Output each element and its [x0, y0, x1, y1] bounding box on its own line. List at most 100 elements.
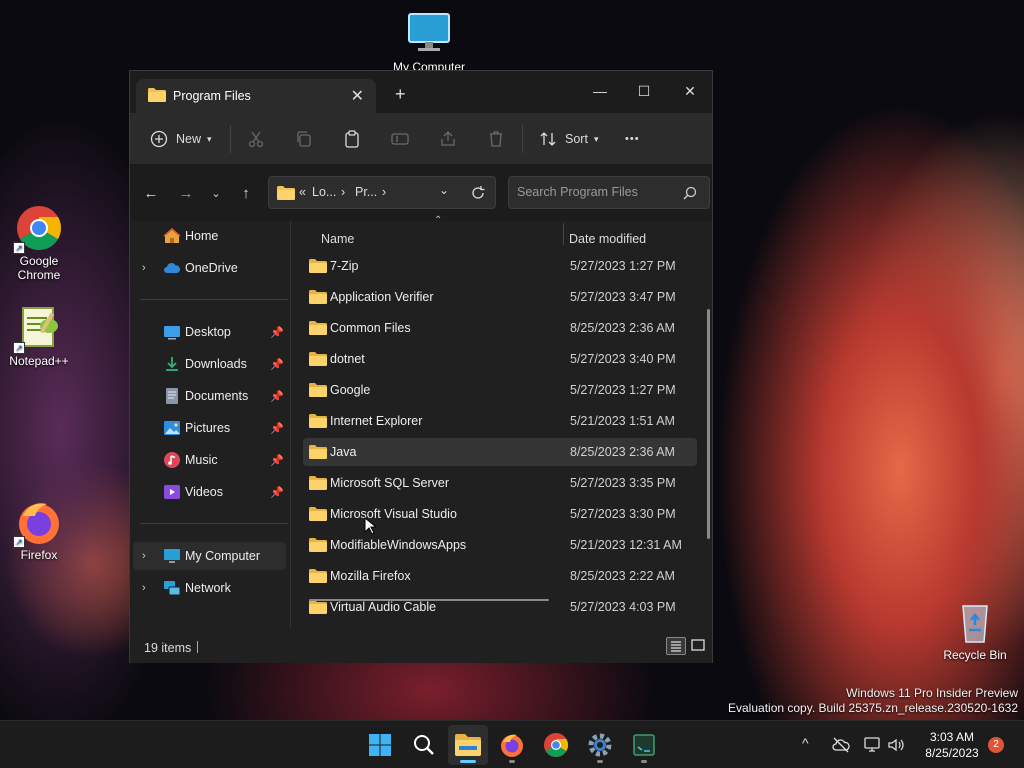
- file-row-virtual-audio-cable[interactable]: Virtual Audio Cable 5/27/2023 4:03 PM: [303, 593, 697, 621]
- folder-icon: [309, 445, 327, 459]
- more-options-button[interactable]: •••: [625, 125, 640, 153]
- address-dropdown-button[interactable]: ⌄: [439, 183, 449, 197]
- windows-logo-icon: [369, 734, 391, 756]
- tab-program-files[interactable]: Program Files ✕: [136, 79, 376, 113]
- copy-button[interactable]: [295, 125, 313, 153]
- chevron-right-icon[interactable]: ›: [142, 262, 146, 274]
- file-row-application-verifier[interactable]: Application Verifier 5/27/2023 3:47 PM: [303, 283, 697, 311]
- rename-button[interactable]: [391, 125, 409, 153]
- desktop-icon-firefox[interactable]: ↗ Firefox: [1, 498, 77, 562]
- tiles-view-button[interactable]: [689, 637, 707, 655]
- folder-icon: [277, 186, 295, 200]
- clipboard-icon: [345, 130, 359, 148]
- file-explorer-icon: [455, 734, 481, 756]
- breadcrumb-local-disk[interactable]: Lo...: [312, 185, 336, 199]
- search-placeholder: Search Program Files: [517, 185, 638, 199]
- pin-icon: 📌: [270, 326, 284, 339]
- sidebar-item-downloads[interactable]: Downloads 📌: [130, 350, 288, 378]
- new-tab-button[interactable]: +: [395, 84, 406, 105]
- up-button[interactable]: ↑: [234, 183, 258, 205]
- file-row-mozilla-firefox[interactable]: Mozilla Firefox 8/25/2023 2:22 AM: [303, 562, 697, 590]
- start-button[interactable]: [360, 725, 400, 765]
- file-name: Google: [330, 383, 371, 397]
- sidebar-item-music[interactable]: Music 📌: [130, 446, 288, 474]
- desktop-icon-google-chrome[interactable]: ↗ Google Chrome: [1, 204, 77, 282]
- search-taskbar-button[interactable]: [404, 725, 444, 765]
- rename-icon: [391, 133, 409, 145]
- sidebar-item-pictures[interactable]: Pictures 📌: [130, 414, 288, 442]
- back-button[interactable]: ←: [139, 183, 163, 205]
- desktop-icon-my-computer[interactable]: My Computer: [391, 10, 467, 74]
- search-icon: [683, 186, 697, 200]
- file-row-internet-explorer[interactable]: Internet Explorer 5/21/2023 1:51 AM: [303, 407, 697, 435]
- close-tab-button[interactable]: ✕: [351, 86, 364, 106]
- taskbar-settings[interactable]: [580, 725, 620, 765]
- recent-locations-button[interactable]: ⌄: [204, 183, 228, 205]
- file-row-7-zip[interactable]: 7-Zip 5/27/2023 1:27 PM: [303, 252, 697, 280]
- sidebar-item-videos[interactable]: Videos 📌: [130, 478, 288, 506]
- details-view-button[interactable]: [666, 637, 686, 655]
- share-button[interactable]: [439, 125, 457, 153]
- address-bar[interactable]: « Lo... › Pr... › ⌄: [268, 176, 496, 209]
- file-date: 5/27/2023 1:27 PM: [570, 259, 676, 273]
- taskbar-chrome[interactable]: [536, 725, 576, 765]
- file-row-common-files[interactable]: Common Files 8/25/2023 2:36 AM: [303, 314, 697, 342]
- taskbar-firefox[interactable]: [492, 725, 532, 765]
- file-name: Application Verifier: [330, 290, 434, 304]
- volume-icon[interactable]: [887, 736, 905, 754]
- file-list: ⌃ Name Date modified 7-Zip 5/27/2023 1:2…: [290, 215, 714, 629]
- search-icon: [414, 735, 434, 755]
- delete-button[interactable]: [487, 125, 505, 153]
- show-hidden-icons-button[interactable]: ^: [802, 735, 809, 751]
- title-bar[interactable]: Program Files ✕ + — ☐ ✕: [130, 71, 712, 113]
- notification-badge[interactable]: 2: [988, 737, 1004, 753]
- file-row-google[interactable]: Google 5/27/2023 1:27 PM: [303, 376, 697, 404]
- sidebar-item-home[interactable]: Home: [130, 222, 288, 250]
- horizontal-scrollbar[interactable]: [309, 599, 549, 601]
- clock[interactable]: 3:03 AM 8/25/2023: [916, 729, 988, 761]
- file-row-microsoft-visual-studio[interactable]: Microsoft Visual Studio 5/27/2023 3:30 P…: [303, 500, 697, 528]
- navigation-bar: ← → ⌄ ↑ « Lo... › Pr... › ⌄ Search Progr…: [130, 165, 712, 221]
- new-button[interactable]: New ▾: [150, 125, 212, 153]
- desktop-icon-notepad-plus-plus[interactable]: ↗ Notepad++: [1, 304, 77, 368]
- chevron-right-icon[interactable]: ›: [142, 582, 146, 594]
- forward-button[interactable]: →: [174, 183, 198, 205]
- desktop-icon-recycle-bin[interactable]: Recycle Bin: [937, 598, 1013, 662]
- sidebar-item-onedrive[interactable]: › OneDrive: [130, 254, 288, 282]
- file-date: 8/25/2023 2:36 AM: [570, 445, 675, 459]
- taskbar-terminal[interactable]: [624, 725, 664, 765]
- scissors-icon: [248, 131, 264, 148]
- breadcrumb-program-files[interactable]: Pr...: [355, 185, 377, 199]
- file-row-dotnet[interactable]: dotnet 5/27/2023 3:40 PM: [303, 345, 697, 373]
- minimize-button[interactable]: —: [577, 77, 623, 105]
- sidebar-divider: [140, 523, 288, 524]
- breadcrumb-separator: ›: [382, 185, 387, 199]
- pin-icon: 📌: [270, 486, 284, 499]
- file-row-modifiablewindowsapps[interactable]: ModifiableWindowsApps 5/21/2023 12:31 AM: [303, 531, 697, 559]
- refresh-icon[interactable]: [471, 186, 485, 200]
- vertical-scrollbar[interactable]: [707, 309, 710, 539]
- column-divider[interactable]: [563, 223, 564, 245]
- sidebar-item-my-computer[interactable]: › My Computer: [133, 542, 286, 570]
- taskbar-file-explorer[interactable]: [448, 725, 488, 765]
- file-name: Virtual Audio Cable: [330, 600, 437, 614]
- paste-button[interactable]: [343, 125, 361, 153]
- maximize-button[interactable]: ☐: [621, 77, 667, 105]
- search-box[interactable]: Search Program Files: [508, 176, 710, 209]
- overflow-crumbs[interactable]: «: [299, 185, 306, 199]
- cut-button[interactable]: [247, 125, 265, 153]
- sidebar-item-network[interactable]: › Network: [130, 574, 288, 602]
- file-row-java[interactable]: Java 8/25/2023 2:36 AM: [303, 438, 697, 466]
- clock-date: 8/25/2023: [925, 746, 979, 760]
- tab-title: Program Files: [173, 89, 251, 103]
- sort-button[interactable]: Sort ▾: [539, 125, 598, 153]
- file-row-microsoft-sql-server[interactable]: Microsoft SQL Server 5/27/2023 3:35 PM: [303, 469, 697, 497]
- network-status-icon[interactable]: [864, 736, 882, 754]
- sidebar-item-desktop[interactable]: Desktop 📌: [130, 318, 288, 346]
- close-window-button[interactable]: ✕: [667, 77, 713, 105]
- sidebar-item-documents[interactable]: Documents 📌: [130, 382, 288, 410]
- cloud-offline-icon[interactable]: [832, 736, 850, 754]
- music-icon: [164, 452, 180, 468]
- chevron-right-icon[interactable]: ›: [142, 550, 146, 562]
- file-date: 5/27/2023 3:40 PM: [570, 352, 676, 366]
